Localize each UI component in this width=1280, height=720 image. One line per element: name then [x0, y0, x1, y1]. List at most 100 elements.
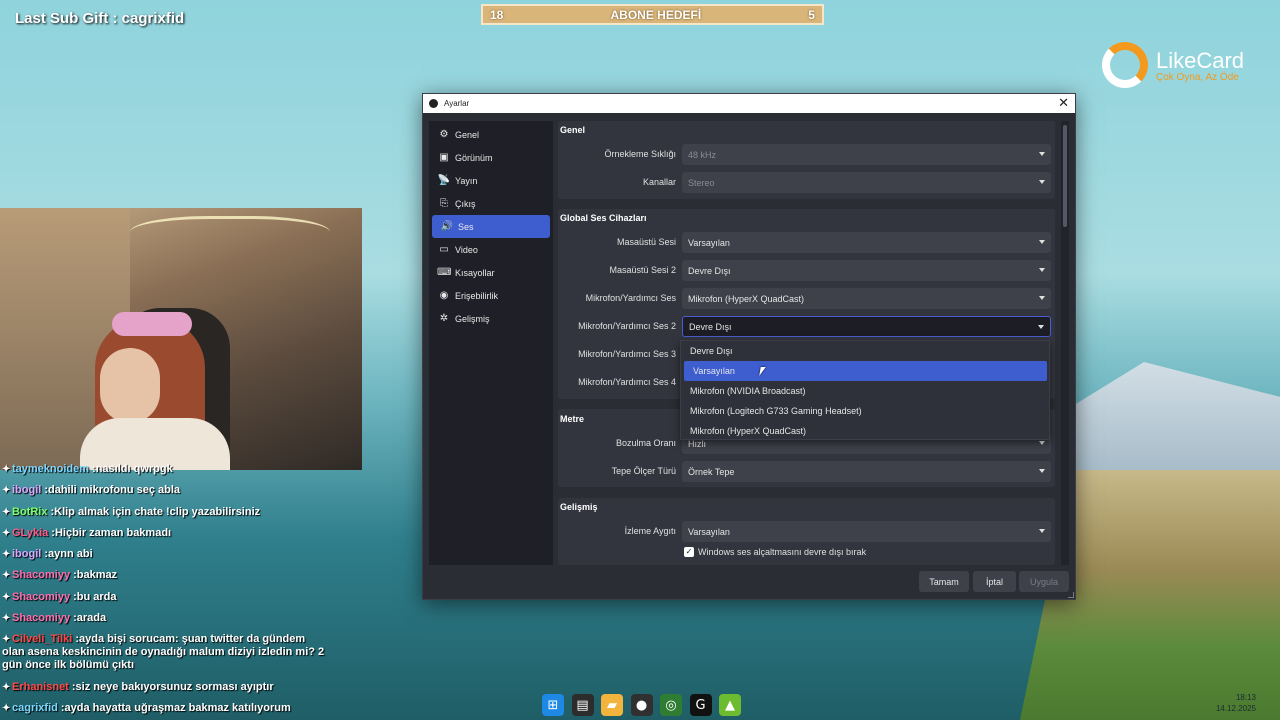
folder-icon[interactable]: ▰: [601, 694, 623, 716]
clock-time: 18:13: [1235, 693, 1256, 702]
chat-text: nasıldı qwrpgk: [95, 463, 173, 475]
settings-scrollbar[interactable]: [1061, 121, 1069, 565]
keyboard-icon: ⌨: [437, 267, 452, 278]
ok-button[interactable]: Tamam: [919, 571, 969, 592]
chevron-down-icon: [1039, 152, 1045, 156]
sidebar-item-label: Çıkış: [455, 198, 476, 209]
webcam-person-face: [100, 348, 160, 423]
chevron-down-icon: [1039, 240, 1045, 244]
device-value: Varsayılan: [688, 237, 730, 248]
dialog-title: Ayarlar: [444, 99, 470, 108]
game-icon[interactable]: ▲: [719, 694, 741, 716]
dropdown-option[interactable]: Devre Dışı: [681, 341, 1049, 361]
app-g-icon[interactable]: G: [689, 694, 712, 716]
output-icon: ⎘: [440, 198, 448, 209]
monitor-label: İzleme Aygıtı: [624, 526, 676, 536]
chat-text: bu arda: [76, 590, 117, 603]
chat-message: ✦ Shacomiyy:arada: [2, 612, 107, 625]
sidebar-item-çıkış[interactable]: ⎘ Çıkış: [429, 192, 553, 215]
close-icon[interactable]: ✕: [1058, 96, 1069, 110]
chat-username: ibogil: [12, 548, 42, 561]
ducking-option[interactable]: ✓ Windows ses alçaltmasını devre dışı bı…: [684, 547, 866, 557]
chevron-down-icon: [1039, 296, 1045, 300]
group-meters-title: Metre: [560, 414, 585, 424]
badge-icon: ✦: [2, 549, 11, 561]
peak-label: Tepe Ölçer Türü: [611, 466, 676, 476]
chevron-down-icon: [1039, 180, 1045, 184]
cancel-button[interactable]: İptal: [973, 571, 1016, 592]
peak-select[interactable]: Örnek Tepe: [682, 461, 1051, 482]
clock-date: 14.12.2025: [1215, 704, 1256, 713]
sample-rate-select[interactable]: 48 kHz: [682, 144, 1051, 165]
ducking-label: Windows ses alçaltmasını devre dışı bıra…: [698, 547, 867, 557]
chat-username: Shacomiyy: [12, 590, 71, 603]
dropdown-option[interactable]: Mikrofon (Logitech G733 Gaming Headset): [681, 401, 1049, 421]
peak-value: Örnek Tepe: [688, 466, 735, 477]
dropdown-option[interactable]: Mikrofon (NVIDIA Broadcast): [681, 381, 1049, 401]
webcam-lights: [130, 216, 330, 256]
chat-text: aynn abi: [48, 548, 93, 561]
device-select[interactable]: Varsayılan: [682, 232, 1051, 253]
chat-message: ✦ ibogil:aynn abi: [2, 548, 93, 561]
sidebar-item-genel[interactable]: ⚙ Genel: [429, 123, 553, 146]
sidebar-item-video[interactable]: ▭ Video: [429, 238, 553, 261]
sidebar-item-label: Kısayollar: [455, 267, 495, 278]
tools-icon: ✲: [439, 313, 449, 324]
device-label: Mikrofon/Yardımcı Ses 3: [578, 349, 676, 359]
sample-rate-label: Örnekleme Sıklığı: [604, 149, 676, 159]
ducking-checkbox[interactable]: ✓: [684, 547, 694, 557]
appearance-icon: ▣: [439, 152, 449, 163]
sidebar-item-label: Gelişmiş: [455, 313, 490, 324]
chat-message: ✦ GLykia:Hiçbir zaman bakmadı: [2, 526, 172, 539]
sidebar-item-label: Ses: [458, 221, 474, 232]
logo-tagline: Çok Oyna, Az Öde: [1156, 72, 1239, 83]
chat-username: Shacomiyy: [12, 612, 71, 625]
badge-icon: ✦: [2, 613, 11, 625]
monitor-select[interactable]: Varsayılan: [682, 521, 1051, 542]
chat-message: ✦ ibogil:dahili mikrofonu seç abla: [2, 484, 181, 497]
scrollbar-thumb[interactable]: [1063, 125, 1067, 227]
sidebar-item-gelişmiş[interactable]: ✲ Gelişmiş: [429, 307, 553, 330]
chevron-down-icon: [1039, 469, 1045, 473]
device-label: Masaüstü Sesi 2: [609, 265, 676, 275]
device-select[interactable]: Devre Dışı: [682, 316, 1051, 337]
monitor-icon: ▭: [439, 244, 449, 255]
device-value: Devre Dışı: [689, 321, 732, 332]
chat-message: ✦ taymeknoidem:nasıldı qwrpgk: [2, 463, 173, 475]
badge-icon: ✦: [2, 591, 11, 603]
chat-text: bakmaz: [76, 569, 118, 582]
sidebar-item-kısayollar[interactable]: ⌨ Kısayollar: [429, 261, 553, 284]
dropdown-option[interactable]: Varsayılan: [684, 361, 1047, 381]
badge-icon: ✦: [2, 464, 11, 475]
group-advanced: Gelişmiş İzleme Aygıtı Varsayılan ✓ Wind…: [558, 498, 1055, 565]
chat-message: ✦ Cilveli_Tilki:ayda bişi sorucam: şuan t…: [2, 633, 325, 672]
likecard-logo-mark: [1102, 42, 1148, 88]
device-value: Mikrofon (HyperX QuadCast): [688, 293, 805, 304]
dropdown-option[interactable]: Mikrofon (HyperX QuadCast): [681, 421, 1049, 441]
channels-select[interactable]: Stereo: [682, 172, 1051, 193]
resize-grip-icon[interactable]: [1068, 592, 1074, 598]
taskbar: ⊞ ▤ ▰ ● ◎ G ▲: [0, 690, 1280, 720]
sidebar-item-ses[interactable]: 🔊 Ses: [432, 215, 550, 238]
windows-icon[interactable]: ⊞: [542, 694, 564, 716]
sidebar-item-label: Genel: [455, 129, 480, 140]
webcam-feed: [0, 208, 362, 470]
sidebar-item-label: Görünüm: [455, 152, 493, 163]
apply-button[interactable]: Uygula: [1019, 571, 1069, 592]
sidebar-item-yayın[interactable]: 📡 Yayın: [429, 169, 553, 192]
dialog-titlebar[interactable]: Ayarlar ✕: [423, 94, 1075, 113]
channels-label: Kanallar: [642, 177, 676, 187]
goal-left-count: 18: [490, 7, 504, 22]
device-label: Mikrofon/Yardımcı Ses 2: [578, 321, 676, 331]
sidebar-item-erişebilirlik[interactable]: ◉ Erişebilirlik: [429, 284, 553, 307]
explorer-icon[interactable]: ▤: [571, 694, 594, 716]
taskbar-clock[interactable]: 18:13 14.12.2025: [1216, 692, 1256, 714]
device-select[interactable]: Mikrofon (HyperX QuadCast): [682, 288, 1051, 309]
chrome-icon[interactable]: ◎: [660, 694, 682, 716]
group-global-title: Global Ses Cihazları: [560, 213, 647, 223]
sidebar-item-görünüm[interactable]: ▣ Görünüm: [429, 146, 553, 169]
obs-icon[interactable]: ●: [630, 694, 653, 716]
device-select[interactable]: Devre Dışı: [682, 260, 1051, 281]
group-general-title: Genel: [560, 125, 586, 135]
chat-message: ✦ Shacomiyy:bu arda: [2, 590, 117, 603]
